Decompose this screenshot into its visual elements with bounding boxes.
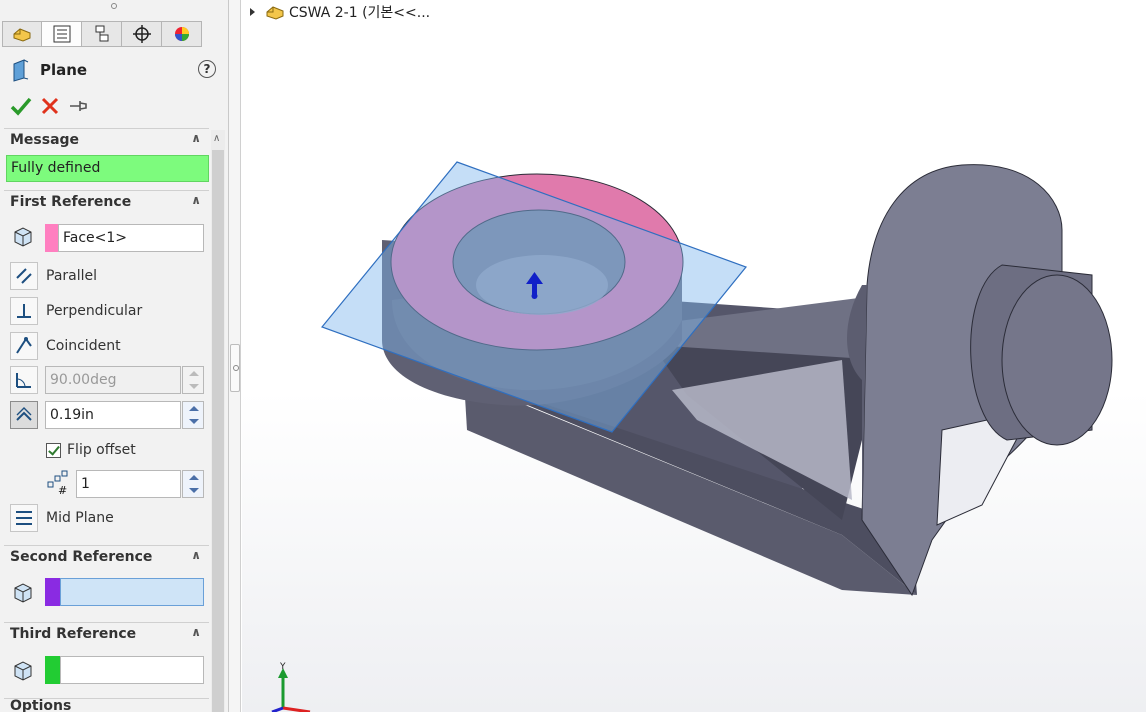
graphics-area[interactable]: CSWA 2-1 (기본<<... Y (242, 0, 1146, 712)
angle-input[interactable]: 90.00deg (45, 366, 181, 394)
flip-offset-checkbox[interactable] (46, 442, 61, 458)
instances-input[interactable]: 1 (76, 470, 181, 498)
collapse-chevron-icon[interactable]: ∧ (191, 193, 201, 207)
splitter-handle[interactable] (230, 344, 240, 392)
property-manager-header: Plane ? (10, 56, 220, 84)
second-reference-header[interactable]: Second Reference ∧ (4, 545, 209, 569)
perpendicular-option[interactable]: Perpendicular (10, 297, 142, 325)
crosshair-icon (132, 25, 151, 43)
option-label: Flip offset (67, 442, 136, 458)
coincident-option[interactable]: Coincident (10, 332, 121, 360)
scrollbar-thumb[interactable] (212, 150, 224, 712)
svg-text:#: # (58, 484, 67, 496)
option-label: Parallel (46, 268, 98, 284)
option-label: Mid Plane (46, 510, 114, 526)
second-reference-selection-box[interactable] (60, 578, 204, 606)
ok-checkmark-icon[interactable] (10, 96, 32, 116)
help-icon[interactable]: ? (198, 60, 216, 78)
instances-row: # (46, 470, 72, 496)
second-reference-color-swatch (45, 578, 61, 606)
property-manager-panel: Plane ? Message ∧ Fully defined First Re… (0, 0, 229, 712)
configuration-icon (95, 25, 108, 42)
tab-feature-tree[interactable] (2, 21, 42, 47)
angle-spinner[interactable] (182, 366, 204, 394)
boss-cylinder-end (1001, 274, 1113, 446)
offset-distance-icon[interactable] (10, 401, 38, 429)
tab-property-manager[interactable] (42, 21, 82, 47)
action-buttons (10, 96, 90, 116)
mid-plane-option[interactable]: Mid Plane (10, 504, 114, 532)
collapse-chevron-icon[interactable]: ∧ (191, 548, 201, 562)
message-section-header[interactable]: Message ∧ (4, 128, 209, 152)
tab-configuration-manager[interactable] (82, 21, 122, 47)
face-selection-icon (14, 661, 32, 681)
svg-text:Y: Y (279, 662, 286, 672)
option-label: Coincident (46, 338, 121, 354)
coordinate-triad: Y (271, 662, 311, 712)
panel-splitter[interactable] (229, 0, 241, 712)
tab-display-manager[interactable] (162, 21, 202, 47)
scroll-up-icon[interactable]: ∧ (213, 133, 220, 144)
angle-icon[interactable] (10, 366, 38, 394)
options-section-header[interactable]: Options (4, 698, 209, 712)
section-title: Second Reference (10, 549, 153, 565)
mid-plane-icon[interactable] (10, 504, 38, 532)
pushpin-icon[interactable] (68, 96, 90, 116)
third-reference-color-swatch (45, 656, 61, 684)
section-title: First Reference (10, 194, 132, 210)
second-reference-row (10, 580, 36, 606)
property-manager-scrollbar[interactable]: ∧ (211, 130, 225, 712)
first-reference-header[interactable]: First Reference ∧ (4, 190, 209, 214)
flip-offset-option[interactable]: Flip offset (46, 442, 136, 458)
perpendicular-icon[interactable] (10, 297, 38, 325)
option-label: Perpendicular (46, 303, 143, 319)
3d-model-view[interactable] (242, 0, 1146, 712)
offset-distance-input[interactable]: 0.19in (45, 401, 181, 429)
parallel-icon[interactable] (10, 262, 38, 290)
section-title: Message (10, 132, 80, 148)
first-reference-row (10, 224, 36, 250)
cancel-x-icon[interactable] (40, 96, 60, 116)
plane-icon (13, 59, 29, 82)
part-icon (13, 28, 31, 42)
face-selection-icon (14, 227, 32, 247)
section-title: Options (10, 698, 72, 712)
status-message: Fully defined (6, 155, 209, 182)
third-reference-selection-box[interactable] (60, 656, 204, 684)
tab-dimxpert-manager[interactable] (122, 21, 162, 47)
collapse-chevron-icon[interactable]: ∧ (191, 131, 201, 145)
offset-spinner[interactable] (182, 401, 204, 429)
panel-grip-icon (111, 3, 117, 9)
face-selection-icon (14, 583, 32, 603)
collapse-chevron-icon[interactable]: ∧ (191, 625, 201, 639)
appearance-icon (174, 27, 189, 41)
first-reference-selection-box[interactable]: Face<1> (58, 224, 204, 252)
instances-icon: # (47, 470, 68, 496)
parallel-option[interactable]: Parallel (10, 262, 97, 290)
manager-tabs (2, 21, 202, 47)
property-manager-icon (53, 25, 70, 43)
third-reference-header[interactable]: Third Reference ∧ (4, 622, 209, 646)
page-title: Plane (40, 61, 88, 79)
coincident-icon[interactable] (10, 332, 38, 360)
section-title: Third Reference (10, 626, 137, 642)
third-reference-row (10, 658, 36, 684)
instances-spinner[interactable] (182, 470, 204, 498)
offset-option[interactable] (10, 401, 38, 429)
angle-option[interactable] (10, 366, 38, 394)
